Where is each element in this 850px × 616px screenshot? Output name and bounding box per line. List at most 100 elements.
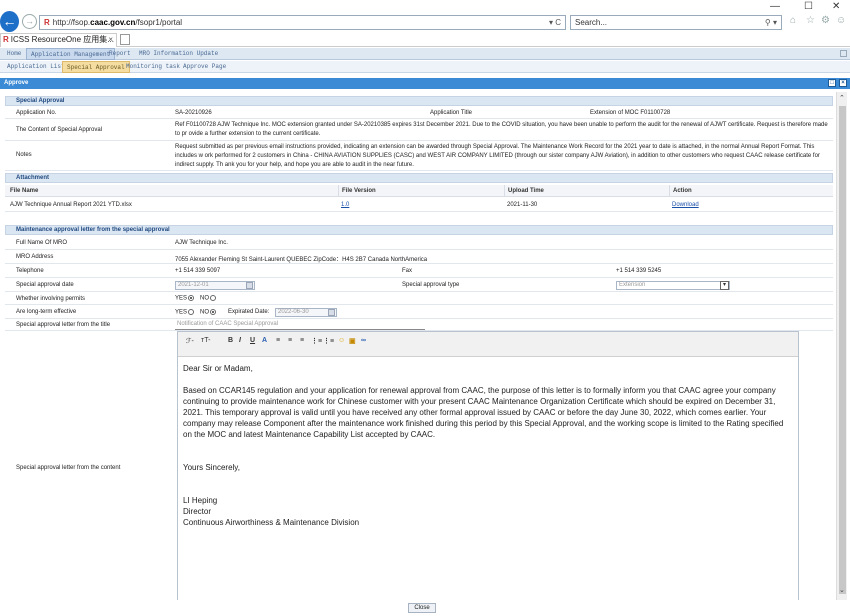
long-term-yes[interactable]: YES [175, 309, 195, 316]
home-icon[interactable]: ⌂ [790, 15, 796, 26]
radio-unchecked-icon[interactable] [210, 295, 216, 301]
back-arrow-icon[interactable]: ← [0, 11, 19, 32]
radio-unchecked-icon[interactable] [188, 309, 195, 315]
permits-no[interactable]: NO [200, 295, 217, 302]
browser-chrome: — ☐ ✕ ← → Rhttp://fsop.caac.gov.cn/fsopr… [0, 0, 850, 33]
favorites-star-icon[interactable]: ☆ [806, 15, 815, 26]
font-family-icon[interactable]: ℱ- [186, 337, 194, 345]
bold-icon[interactable]: B [228, 337, 233, 344]
unordered-list-icon[interactable]: ⋮≡ [323, 337, 334, 345]
italic-icon[interactable]: I [239, 337, 241, 344]
app-title-value: Extension of MOC F01100728 [590, 110, 671, 116]
row-permits: Whether involving permits YES NO [5, 293, 833, 305]
row-long-term: Are long-term effective YES NO Expirated… [5, 306, 833, 319]
maximize-icon[interactable]: ☐ [804, 1, 813, 12]
dialog-close-icon[interactable]: × [839, 79, 847, 87]
letter-closing: Yours Sincerely, [183, 463, 240, 472]
notes-value: Request submitted as per previous email … [175, 144, 820, 168]
dialog-title-bar: Approve □ × [0, 78, 850, 89]
letter-signer-title: Director [183, 507, 212, 516]
browser-tab[interactable]: R ICSS ResourceOne 应用集... × [0, 33, 117, 47]
scroll-up-icon[interactable]: ⌃ [839, 94, 845, 102]
content-value: Ref F01100728 AJW Technique Inc. MOC ext… [175, 122, 828, 137]
header-action: Action [669, 185, 692, 197]
letter-editor[interactable]: ℱ- ᴛT- B I U A ≡ ≡ ≡ ⋮≡ ⋮≡ ☺ ▣ ∞ Dear Si… [177, 331, 799, 600]
file-name-cell: AJW Technique Annual Report 2021 YTD.xls… [10, 202, 132, 208]
mro-address-label: MRO Address [16, 254, 54, 260]
download-link[interactable]: Download [672, 202, 699, 208]
submenu-approve-page[interactable]: Approve Page [179, 61, 230, 73]
upload-time-cell: 2021-11-30 [507, 202, 538, 208]
letter-signer-name: LI Heping [183, 496, 218, 505]
radio-checked-icon[interactable] [188, 295, 195, 301]
long-term-no[interactable]: NO [200, 309, 217, 316]
ordered-list-icon[interactable]: ⋮≡ [311, 337, 322, 345]
row-telephone: Telephone +1 514 339 5097 Fax +1 514 339… [5, 265, 833, 278]
dialog-scrollbar[interactable]: ⌃ ⌄ [836, 92, 847, 600]
notes-label: Notes [16, 152, 32, 158]
submenu-monitoring-task[interactable]: Monitoring task [122, 61, 184, 73]
approve-form: Special Approval Application No. SA-2021… [5, 92, 833, 600]
permits-yes[interactable]: YES [175, 295, 195, 302]
smiley-icon[interactable]: ☺ [836, 15, 846, 26]
row-application-no: Application No. SA-20210926 Application … [5, 108, 833, 119]
search-placeholder: Search... [575, 18, 608, 27]
letter-title-label: Special approval letter from the title [16, 322, 111, 328]
calendar-icon[interactable] [328, 309, 335, 316]
text-color-icon[interactable]: A [262, 337, 267, 344]
dialog-maximize-icon[interactable]: □ [828, 79, 836, 87]
menu-restore-icon[interactable] [840, 50, 847, 57]
search-icon[interactable]: ⚲ ▾ [765, 16, 777, 29]
font-size-icon[interactable]: ᴛT- [201, 337, 210, 344]
menu-report[interactable]: Report [105, 48, 135, 60]
align-right-icon[interactable]: ≡ [300, 337, 304, 344]
sa-type-select[interactable]: Extension ▾ [616, 281, 730, 290]
menu-application-management[interactable]: Application Management [26, 48, 116, 60]
telephone-label: Telephone [16, 268, 44, 274]
row-letter-title: Special approval letter from the title N… [5, 320, 833, 331]
gear-icon[interactable]: ⚙ [821, 15, 830, 26]
scrollbar-thumb[interactable] [839, 106, 846, 594]
radio-checked-icon[interactable] [210, 309, 216, 315]
attachment-table-header: File Name File Version Upload Time Actio… [5, 185, 833, 197]
submenu-application-list[interactable]: Application List [3, 61, 69, 73]
tab-close-icon[interactable]: × [108, 34, 113, 46]
file-version-link[interactable]: 1.0 [341, 202, 349, 208]
expired-date-value: 2022-06-30 [278, 309, 309, 315]
minimize-icon[interactable]: — [770, 1, 780, 12]
refresh-icon[interactable]: ▾ C [549, 16, 561, 29]
scroll-down-icon[interactable]: ⌄ [839, 586, 845, 594]
calendar-icon[interactable] [246, 282, 253, 289]
new-tab-icon[interactable] [120, 34, 130, 45]
sa-type-label: Special approval type [402, 282, 460, 288]
close-button[interactable]: Close [408, 603, 436, 613]
menu-home[interactable]: Home [3, 48, 25, 60]
content-label: The Content of Special Approval [16, 127, 103, 133]
submenu-special-approval[interactable]: Special Approval [62, 61, 130, 73]
header-upload-time: Upload Time [504, 185, 544, 197]
permits-label: Whether involving permits [16, 296, 86, 302]
url-path: /fsopr1/portal [135, 18, 183, 27]
address-bar[interactable]: Rhttp://fsop.caac.gov.cn/fsopr1/portal ▾… [39, 15, 566, 30]
search-input[interactable]: Search... ⚲ ▾ [570, 15, 782, 30]
link-icon[interactable]: ∞ [361, 337, 366, 344]
sa-date-input[interactable]: 2021-12-01 [175, 281, 255, 290]
align-center-icon[interactable]: ≡ [288, 337, 292, 344]
align-left-icon[interactable]: ≡ [276, 337, 280, 344]
menu-mro-information-update[interactable]: MRO Information Update [135, 48, 222, 60]
row-mro-address: MRO Address 7055 Alexander Fleming St Sa… [5, 251, 833, 264]
image-icon[interactable]: ▣ [349, 337, 356, 345]
chevron-down-icon[interactable]: ▾ [720, 281, 729, 290]
site-favicon-icon: R [44, 18, 50, 27]
main-menu: Home Application Management Report MRO I… [0, 48, 850, 60]
underline-icon[interactable]: U [250, 337, 255, 344]
expired-date-input[interactable]: 2022-06-30 [275, 308, 337, 317]
forward-arrow-icon[interactable]: → [22, 14, 37, 29]
letter-body[interactable]: Dear Sir or Madam, Based on CCAR145 regu… [183, 363, 789, 528]
section-maintenance: Maintenance approval letter from the spe… [5, 225, 833, 235]
close-window-icon[interactable]: ✕ [832, 1, 840, 12]
letter-title-input[interactable]: Notification of CAAC Special Approval [175, 321, 425, 330]
emoticon-icon[interactable]: ☺ [338, 337, 345, 344]
header-file-name: File Name [10, 188, 39, 194]
telephone-value: +1 514 339 5097 [175, 268, 221, 274]
